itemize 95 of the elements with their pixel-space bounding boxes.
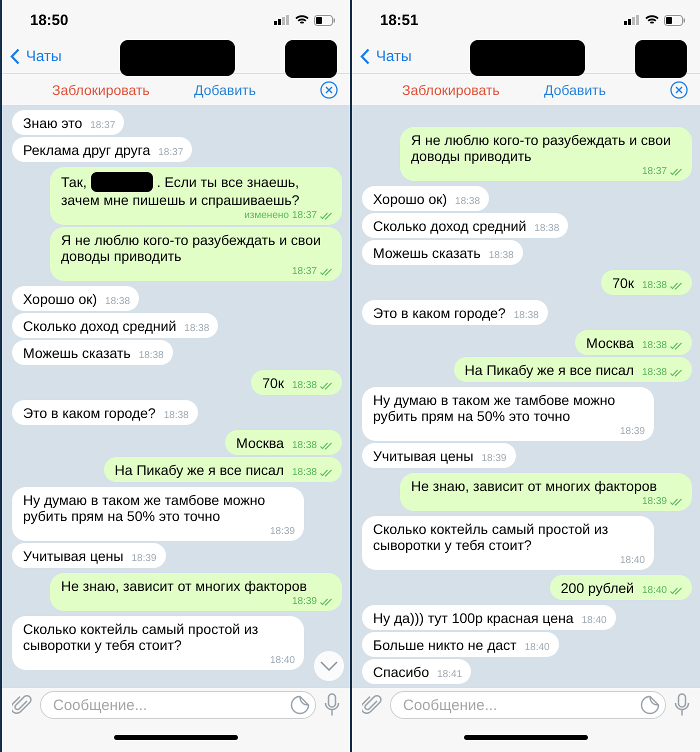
- message-text: Это в каком городе?: [373, 305, 506, 321]
- message-time: 18:38: [488, 250, 514, 261]
- message-time: 18:40: [524, 642, 550, 653]
- edited-label: изменено: [244, 210, 289, 221]
- message-time: 18:39: [620, 426, 645, 437]
- message-time: 18:38: [138, 350, 164, 361]
- message-text: Так,: [61, 174, 87, 190]
- signal-icon: [624, 15, 640, 25]
- add-button[interactable]: Добавить: [544, 82, 606, 98]
- message-text: Можешь сказать: [373, 245, 481, 261]
- message-text: . Если ты все знаешь,: [156, 174, 300, 190]
- message-text: Хорошо ок): [23, 291, 98, 307]
- back-button[interactable]: Чаты: [352, 48, 412, 65]
- message-text: Это в каком городе?: [23, 405, 156, 421]
- message-text: зачем мне пишешь и спрашиваешь?: [61, 192, 300, 208]
- battery-icon: [664, 14, 686, 26]
- scroll-down-button[interactable]: [314, 651, 344, 681]
- add-button[interactable]: Добавить: [194, 82, 256, 98]
- status-time: 18:50: [30, 12, 68, 28]
- chevron-down-icon: [320, 661, 338, 671]
- message-time: 18:39: [131, 553, 156, 564]
- message-text: Сколько доход средний: [373, 218, 526, 234]
- message-text: Сколько коктейль самый простой из сыворотки у тебя стоит?: [373, 521, 610, 553]
- message-text: Хорошо ок): [373, 191, 448, 207]
- message-text: 200 рублей: [560, 580, 634, 596]
- message-time: 18:38: [455, 196, 480, 207]
- message-time: 18:39: [292, 596, 317, 607]
- message-time: 18:38: [642, 280, 667, 291]
- message-text: 70к: [262, 375, 284, 391]
- message-text: Учитывая цены: [23, 548, 124, 564]
- message-time: 18:40: [582, 615, 607, 626]
- message-time: 18:38: [105, 296, 130, 307]
- message-text: Не знаю, зависит от многих факторов: [411, 478, 657, 494]
- close-icon[interactable]: [320, 80, 338, 98]
- microphone-icon[interactable]: [674, 693, 690, 717]
- message-time: 18:40: [270, 655, 295, 666]
- message-text: Сколько доход средний: [23, 318, 176, 334]
- redaction-mark: [635, 40, 687, 78]
- chevron-left-icon: [360, 48, 370, 65]
- wifi-icon: [645, 15, 659, 25]
- redaction-mark: [285, 40, 337, 78]
- message-time: 18:37: [292, 210, 317, 221]
- message-time: 18:38: [184, 323, 210, 334]
- status-time: 18:51: [380, 12, 418, 28]
- message-text: Учитывая цены: [373, 448, 474, 464]
- message-time: 18:39: [270, 526, 295, 537]
- battery-icon: [314, 14, 336, 26]
- message-time: 18:38: [292, 380, 317, 391]
- signal-icon: [274, 15, 290, 25]
- paperclip-icon[interactable]: [12, 694, 32, 716]
- message-text: 70к: [612, 275, 634, 291]
- message-field[interactable]: Сообщение...: [390, 691, 666, 719]
- close-icon[interactable]: [670, 80, 688, 98]
- block-button[interactable]: Заблокировать: [402, 82, 500, 98]
- paperclip-icon[interactable]: [362, 694, 382, 716]
- message-text: Больше никто не даст: [373, 637, 517, 653]
- message-text: Можешь сказать: [23, 345, 131, 361]
- message-field[interactable]: Сообщение...: [40, 691, 316, 719]
- message-text: Я не люблю кого-то разубеждать и свои доводы приводить: [61, 232, 322, 264]
- message-time: 18:37: [642, 166, 667, 177]
- message-time: 18:39: [481, 453, 506, 464]
- message-time: 18:37: [158, 147, 184, 158]
- message-time: 18:38: [514, 310, 539, 321]
- message-text: Не знаю, зависит от многих факторов: [61, 578, 307, 594]
- message-time: 18:37: [90, 120, 116, 131]
- microphone-icon[interactable]: [324, 693, 340, 717]
- message-text: Москва: [586, 335, 634, 351]
- message-text: Спасибо: [373, 664, 430, 680]
- message-time: 18:38: [164, 410, 189, 421]
- block-button[interactable]: Заблокировать: [52, 82, 150, 98]
- message-time: 18:38: [534, 223, 560, 234]
- message-time: 18:38: [292, 440, 317, 451]
- message-time: 18:38: [642, 340, 667, 351]
- message-text: Ну думаю в таком же тамбове можно рубить прям на 50% это точно: [373, 392, 616, 424]
- wifi-icon: [295, 15, 309, 25]
- message-time: 18:38: [292, 467, 317, 478]
- message-text: На Пикабу же я все писал: [464, 362, 634, 378]
- message-text: Сколько коктейль самый простой из сыворотки у тебя стоит?: [23, 621, 260, 653]
- chevron-left-icon: [10, 48, 20, 65]
- message-text: На Пикабу же я все писал: [114, 462, 284, 478]
- message-text: Реклама друг друга: [23, 142, 150, 158]
- message-time: 18:40: [642, 585, 667, 596]
- message-time: 18:40: [620, 555, 645, 566]
- sticker-icon[interactable]: [640, 695, 660, 715]
- message-time: 18:38: [642, 367, 667, 378]
- message-time: 18:41: [437, 669, 462, 680]
- back-button[interactable]: Чаты: [2, 48, 62, 65]
- message-text: Ну да))) тут 100р красная цена: [373, 610, 574, 626]
- message-text: Знаю это: [23, 115, 82, 131]
- message-text: Ну думаю в таком же тамбове можно рубить прям на 50% это точно: [23, 492, 266, 524]
- message-text: Я не люблю кого-то разубеждать и свои доводы приводить: [411, 132, 672, 164]
- message-time: 18:39: [642, 496, 667, 507]
- message-time: 18:37: [292, 266, 317, 277]
- sticker-icon[interactable]: [290, 695, 310, 715]
- message-text: Москва: [236, 435, 284, 451]
